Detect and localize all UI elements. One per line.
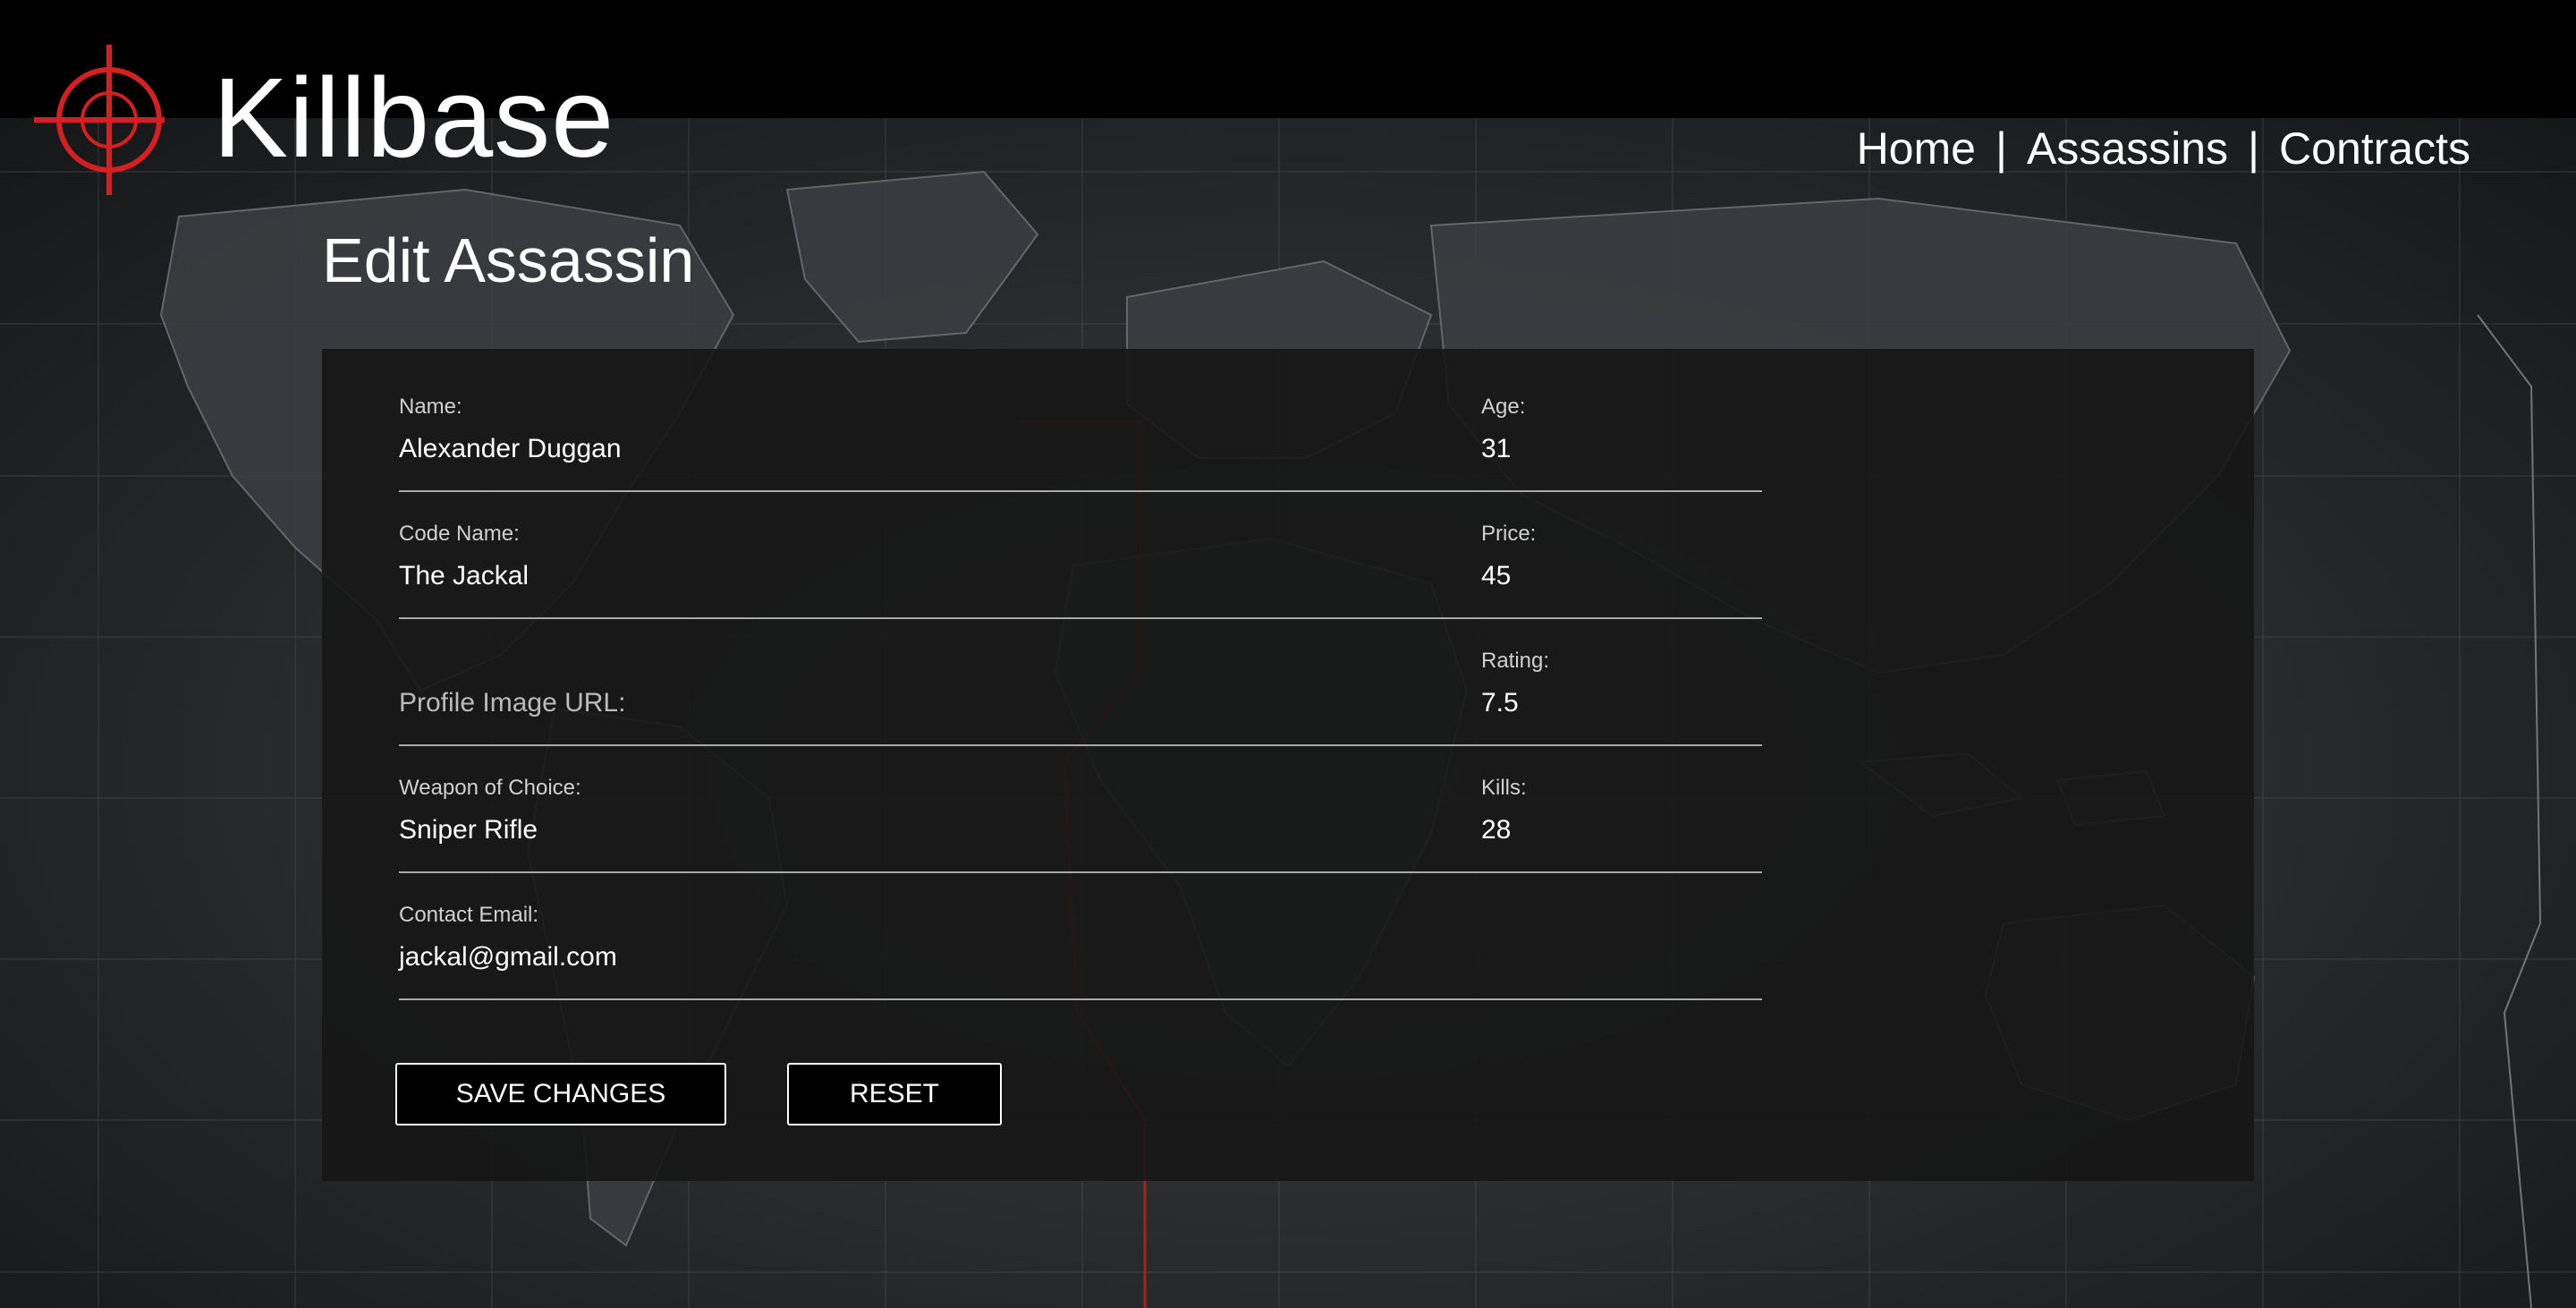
nav-contracts[interactable]: Contracts: [2279, 120, 2470, 177]
kills-input[interactable]: 28: [1481, 812, 1750, 848]
age-field[interactable]: Age: 31: [1481, 394, 1750, 492]
email-underline: [399, 998, 1762, 1000]
nav-home[interactable]: Home: [1857, 120, 1976, 177]
rating-underline: [1481, 744, 1750, 746]
email-label: Contact Email:: [399, 903, 539, 927]
age-underline: [1481, 490, 1750, 492]
main-nav: Home | Assassins | Contracts: [1857, 120, 2470, 177]
age-input[interactable]: 31: [1481, 431, 1750, 467]
reset-button[interactable]: RESET: [787, 1063, 1002, 1125]
save-changes-button[interactable]: SAVE CHANGES: [395, 1063, 726, 1125]
email-input[interactable]: jackal@gmail.com: [399, 939, 1762, 975]
edit-assassin-form: Name: Alexander Duggan Code Name: The Ja…: [322, 349, 2254, 1181]
kills-label: Kills:: [1481, 776, 1527, 800]
price-field[interactable]: Price: 45: [1481, 521, 1750, 619]
brand-title[interactable]: Killbase: [213, 55, 614, 181]
nav-separator: |: [2248, 123, 2260, 174]
price-underline: [1481, 617, 1750, 619]
rating-field[interactable]: Rating: 7.5: [1481, 648, 1750, 746]
price-label: Price:: [1481, 522, 1537, 546]
rating-label: Rating:: [1481, 649, 1550, 673]
nav-assassins[interactable]: Assassins: [2027, 120, 2228, 177]
crosshair-icon[interactable]: [30, 38, 165, 195]
page-title: Edit Assassin: [322, 225, 695, 295]
kills-underline: [1481, 871, 1750, 873]
age-label: Age:: [1481, 395, 1526, 419]
price-input[interactable]: 45: [1481, 558, 1750, 594]
nav-separator: |: [1995, 123, 2007, 174]
kills-field[interactable]: Kills: 28: [1481, 775, 1750, 873]
rating-input[interactable]: 7.5: [1481, 685, 1750, 721]
email-field[interactable]: Contact Email: jackal@gmail.com: [399, 902, 1762, 1000]
